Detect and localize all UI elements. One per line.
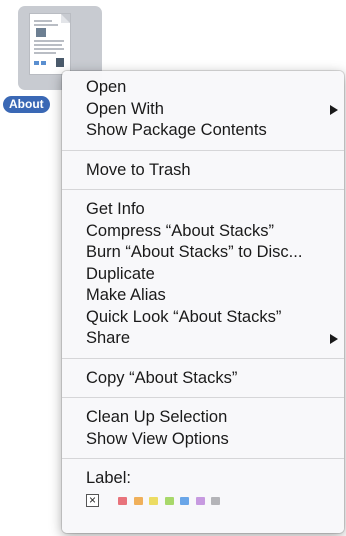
menu-item-compress-about-stacks[interactable]: Compress “About Stacks” xyxy=(62,221,344,243)
menu-item-move-to-trash[interactable]: Move to Trash xyxy=(62,160,344,182)
menu-item-label: Move to Trash xyxy=(86,160,191,179)
label-swatch-purple[interactable] xyxy=(195,497,205,505)
label-swatch-blue[interactable] xyxy=(180,497,189,505)
menu-item-share[interactable]: Share xyxy=(62,328,344,350)
menu-item-label: Show View Options xyxy=(86,429,229,448)
context-menu: Open Open With Show Package Contents Move … xyxy=(62,71,344,533)
menu-item-open[interactable]: Open xyxy=(62,77,344,99)
menu-separator xyxy=(62,189,344,190)
menu-item-label: Make Alias xyxy=(86,286,166,304)
submenu-arrow-icon xyxy=(330,104,338,115)
label-color-picker: × xyxy=(62,491,344,511)
menu-item-open-with[interactable]: Open With xyxy=(62,99,344,121)
menu-item-label: Show Package Contents xyxy=(86,121,267,139)
menu-item-burn-about-stacks-to-disc[interactable]: Burn “About Stacks” to Disc... xyxy=(62,242,344,264)
menu-item-label: Get Info xyxy=(86,200,145,218)
menu-item-copy-about-stacks[interactable]: Copy “About Stacks” xyxy=(62,368,344,390)
menu-item-label: Copy “About Stacks” xyxy=(86,368,238,387)
label-swatch-gray[interactable] xyxy=(211,497,220,505)
menu-item-show-package-contents[interactable]: Show Package Contents xyxy=(62,120,344,142)
menu-item-label: Quick Look “About Stacks” xyxy=(86,307,282,326)
no-label-swatch[interactable]: × xyxy=(86,494,99,507)
menu-item-make-alias[interactable]: Make Alias xyxy=(62,285,344,307)
label-swatch-orange[interactable] xyxy=(133,497,143,505)
submenu-arrow-icon xyxy=(330,334,338,344)
label-swatch-red[interactable] xyxy=(118,497,127,505)
menu-separator xyxy=(62,357,344,359)
menu-item-clean-up-selection[interactable]: Clean Up Selection xyxy=(62,407,344,429)
desktop: About Open Open With Show Package Contents… xyxy=(0,0,346,536)
label-swatch-green[interactable] xyxy=(164,497,174,505)
menu-item-get-info[interactable]: Get Info xyxy=(62,199,344,221)
menu-separator xyxy=(62,397,344,398)
menu-item-duplicate[interactable]: Duplicate xyxy=(62,264,344,286)
label-heading: Label: xyxy=(86,469,131,487)
menu-item-label: Duplicate xyxy=(86,264,155,283)
menu-item-label: Share xyxy=(86,329,131,347)
menu-item-label: Burn “About Stacks” to Disc... xyxy=(86,243,303,261)
menu-separator xyxy=(62,458,344,459)
menu-item-label: Clean Up Selection xyxy=(86,408,228,426)
label-swatch-yellow[interactable] xyxy=(149,497,158,505)
menu-item-label: Open With xyxy=(86,99,164,118)
file-name-label[interactable]: About xyxy=(3,96,50,113)
document-thumbnail xyxy=(30,14,70,74)
menu-item-label: Compress “About Stacks” xyxy=(86,221,274,240)
menu-item-show-view-options[interactable]: Show View Options xyxy=(62,429,344,451)
menu-item-quick-look-about-stacks[interactable]: Quick Look “About Stacks” xyxy=(62,307,344,329)
menu-separator xyxy=(62,149,344,151)
menu-item-label: Open xyxy=(86,78,127,96)
